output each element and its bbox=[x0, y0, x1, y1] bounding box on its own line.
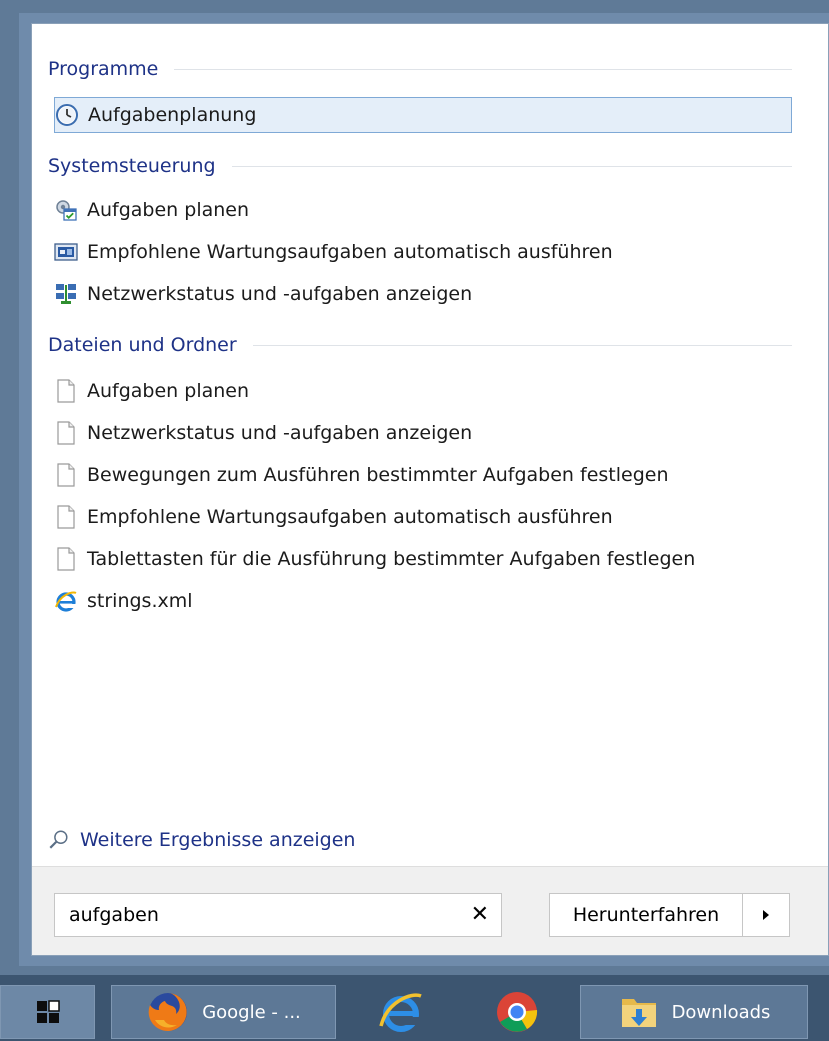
result-item-aufgaben-planen-cp[interactable]: Aufgaben planen bbox=[54, 192, 249, 228]
close-icon[interactable]: ✕ bbox=[471, 904, 489, 926]
section-header-dateien-und-ordner: Dateien und Ordner bbox=[48, 330, 792, 360]
downloads-folder-icon bbox=[621, 999, 656, 1027]
result-item-file-strings-xml[interactable]: strings.xml bbox=[54, 583, 193, 619]
more-results-label: Weitere Ergebnisse anzeigen bbox=[80, 829, 356, 851]
taskbar-label: Google - ... bbox=[202, 1001, 301, 1023]
start-button[interactable] bbox=[0, 985, 95, 1039]
shutdown-split-button: Herunterfahren bbox=[549, 893, 790, 937]
result-label: Aufgaben planen bbox=[87, 199, 250, 221]
result-item-aufgabenplanung[interactable]: Aufgabenplanung bbox=[54, 97, 792, 133]
section-header-systemsteuerung: Systemsteuerung bbox=[48, 151, 792, 181]
result-label: Empfohlene Wartungsaufgaben automatisch … bbox=[87, 506, 613, 528]
document-icon bbox=[54, 547, 78, 571]
maintenance-icon bbox=[54, 240, 78, 264]
result-label: Netzwerkstatus und -aufgaben anzeigen bbox=[87, 422, 473, 444]
search-box[interactable]: ✕ bbox=[54, 893, 502, 937]
result-item-file-bewegungen[interactable]: Bewegungen zum Ausführen bestimmter Aufg… bbox=[54, 457, 669, 493]
result-label: Aufgaben planen bbox=[87, 380, 250, 402]
result-label: Tablettasten für die Ausführung bestimmt… bbox=[87, 548, 696, 570]
network-icon bbox=[54, 282, 78, 306]
start-menu-frame: Programme Aufgabenplanung Systemsteuerun… bbox=[19, 13, 829, 966]
task-scheduler-icon bbox=[54, 198, 78, 222]
taskbar-item-downloads[interactable]: Downloads bbox=[580, 985, 808, 1039]
taskbar: Google - ... Downloads bbox=[0, 975, 829, 1041]
taskbar-label: Downloads bbox=[671, 1001, 771, 1023]
result-item-file-tablettasten[interactable]: Tablettasten für die Ausführung bestimmt… bbox=[54, 541, 695, 577]
result-label: Netzwerkstatus und -aufgaben anzeigen bbox=[87, 283, 473, 305]
document-icon bbox=[54, 505, 78, 529]
section-title: Programme bbox=[48, 58, 159, 80]
document-icon bbox=[54, 463, 78, 487]
firefox-icon bbox=[148, 993, 188, 1031]
start-menu: Programme Aufgabenplanung Systemsteuerun… bbox=[31, 23, 829, 956]
document-icon bbox=[54, 379, 78, 403]
result-item-netzwerkstatus-cp[interactable]: Netzwerkstatus und -aufgaben anzeigen bbox=[54, 276, 472, 312]
section-header-programme: Programme bbox=[48, 54, 792, 84]
result-item-wartungsaufgaben-cp[interactable]: Empfohlene Wartungsaufgaben automatisch … bbox=[54, 234, 613, 270]
chrome-icon bbox=[497, 992, 538, 1032]
shutdown-button[interactable]: Herunterfahren bbox=[550, 894, 743, 936]
windows-logo-icon bbox=[36, 1000, 60, 1023]
search-bar-area: ✕ Herunterfahren bbox=[32, 866, 828, 955]
result-label: Aufgabenplanung bbox=[88, 104, 257, 126]
magnifier-icon bbox=[49, 830, 68, 849]
taskbar-item-firefox[interactable]: Google - ... bbox=[111, 985, 336, 1039]
result-item-file-netzwerkstatus[interactable]: Netzwerkstatus und -aufgaben anzeigen bbox=[54, 415, 472, 451]
search-results: Programme Aufgabenplanung Systemsteuerun… bbox=[32, 24, 828, 869]
result-item-file-aufgaben-planen[interactable]: Aufgaben planen bbox=[54, 373, 249, 409]
document-icon bbox=[54, 421, 78, 445]
result-item-file-wartungsaufgaben[interactable]: Empfohlene Wartungsaufgaben automatisch … bbox=[54, 499, 613, 535]
taskbar-item-internet-explorer[interactable] bbox=[346, 985, 456, 1039]
search-input[interactable] bbox=[69, 904, 471, 926]
more-results-link[interactable]: Weitere Ergebnisse anzeigen bbox=[48, 824, 355, 856]
section-title: Dateien und Ordner bbox=[48, 334, 237, 356]
internet-explorer-icon bbox=[54, 589, 78, 613]
section-title: Systemsteuerung bbox=[48, 155, 216, 177]
clock-icon bbox=[55, 103, 79, 127]
section-divider bbox=[231, 165, 792, 167]
triangle-right-icon bbox=[763, 910, 769, 920]
result-label: strings.xml bbox=[87, 590, 193, 612]
result-label: Empfohlene Wartungsaufgaben automatisch … bbox=[87, 241, 613, 263]
section-divider bbox=[174, 68, 792, 70]
internet-explorer-icon bbox=[379, 993, 422, 1032]
taskbar-item-chrome[interactable] bbox=[462, 985, 572, 1039]
section-divider bbox=[252, 344, 792, 346]
result-label: Bewegungen zum Ausführen bestimmter Aufg… bbox=[87, 464, 669, 486]
shutdown-options-button[interactable] bbox=[743, 894, 789, 936]
